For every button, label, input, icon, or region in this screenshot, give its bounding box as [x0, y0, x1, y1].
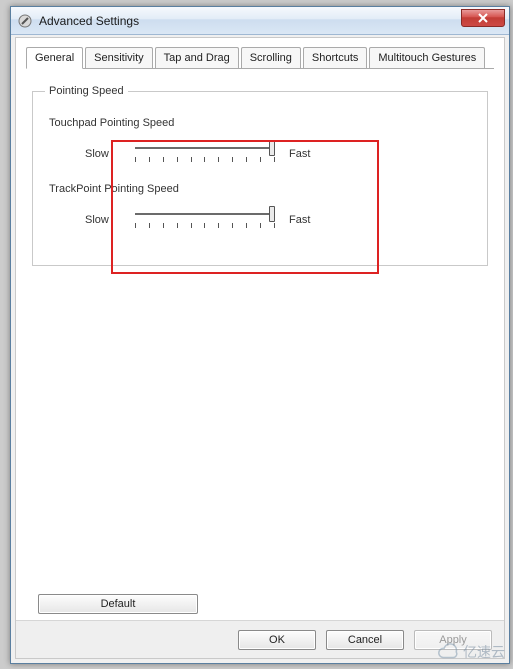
tabstrip: General Sensitivity Tap and Drag Scrolli… — [16, 38, 504, 68]
bottom-button-row: Default — [16, 594, 504, 614]
tab-label: Scrolling — [250, 52, 292, 64]
slider-thumb[interactable] — [269, 140, 275, 156]
dialog-footer: OK Cancel Apply — [16, 620, 504, 658]
window-title: Advanced Settings — [39, 14, 139, 28]
close-button[interactable] — [461, 9, 505, 27]
trackpoint-speed-row: Slow Fast — [85, 205, 475, 235]
touchpad-speed-label: Touchpad Pointing Speed — [49, 117, 475, 129]
touchpad-speed-row: Slow Fast — [85, 139, 475, 169]
titlebar[interactable]: Advanced Settings — [11, 7, 509, 35]
group-legend: Pointing Speed — [45, 85, 128, 97]
tab-label: Sensitivity — [94, 52, 144, 64]
fast-label: Fast — [289, 148, 325, 160]
button-label: Cancel — [348, 634, 382, 646]
tab-multitouch-gestures[interactable]: Multitouch Gestures — [369, 47, 485, 69]
button-label: Default — [101, 598, 136, 610]
tab-scrolling[interactable]: Scrolling — [241, 47, 301, 69]
cancel-button[interactable]: Cancel — [326, 630, 404, 650]
button-label: OK — [269, 634, 285, 646]
slow-label: Slow — [85, 148, 121, 160]
touchpad-speed-slider[interactable] — [135, 139, 275, 169]
slider-track — [135, 147, 275, 149]
tab-label: General — [35, 52, 74, 64]
tab-tap-and-drag[interactable]: Tap and Drag — [155, 47, 239, 69]
close-icon — [478, 13, 488, 23]
tab-label: Tap and Drag — [164, 52, 230, 64]
slider-ticks — [135, 157, 275, 167]
slider-thumb[interactable] — [269, 206, 275, 222]
tab-label: Multitouch Gestures — [378, 52, 476, 64]
tab-shortcuts[interactable]: Shortcuts — [303, 47, 367, 69]
tab-label: Shortcuts — [312, 52, 358, 64]
slow-label: Slow — [85, 214, 121, 226]
tab-general[interactable]: General — [26, 47, 83, 69]
app-icon — [17, 13, 33, 29]
slider-track — [135, 213, 275, 215]
slider-ticks — [135, 223, 275, 233]
tab-page-general: Pointing Speed Touchpad Pointing Speed S… — [16, 69, 504, 282]
fast-label: Fast — [289, 214, 325, 226]
apply-button[interactable]: Apply — [414, 630, 492, 650]
pointing-speed-group: Pointing Speed Touchpad Pointing Speed S… — [32, 85, 488, 266]
client-area: General Sensitivity Tap and Drag Scrolli… — [15, 37, 505, 659]
settings-window: Advanced Settings General Sensitivity Ta… — [10, 6, 510, 664]
ok-button[interactable]: OK — [238, 630, 316, 650]
tab-divider — [26, 68, 494, 69]
trackpoint-speed-label: TrackPoint Pointing Speed — [49, 183, 475, 195]
button-label: Apply — [439, 634, 467, 646]
tab-sensitivity[interactable]: Sensitivity — [85, 47, 153, 69]
default-button[interactable]: Default — [38, 594, 198, 614]
trackpoint-speed-slider[interactable] — [135, 205, 275, 235]
